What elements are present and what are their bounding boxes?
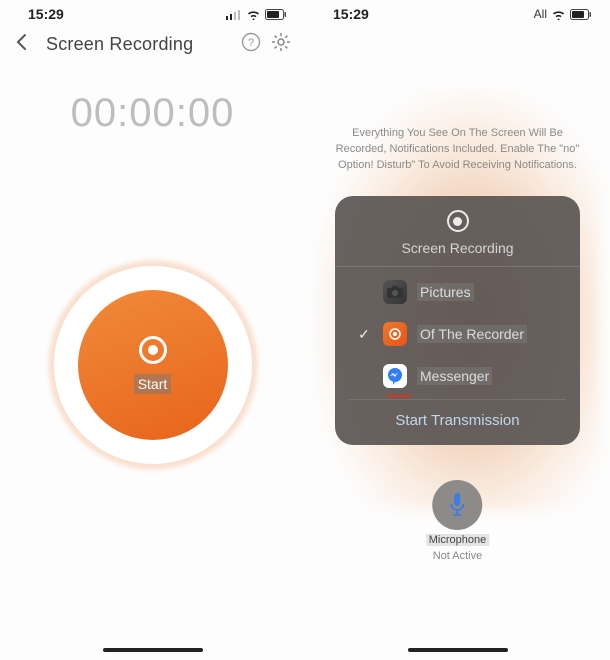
- recorder-icon: [383, 322, 407, 346]
- network-label: All: [534, 7, 547, 21]
- home-indicator[interactable]: [103, 648, 203, 652]
- wifi-icon: [246, 9, 261, 20]
- record-icon: [139, 336, 167, 364]
- app-item-recorder[interactable]: ✓ Of The Recorder: [349, 313, 566, 355]
- microphone-status: Not Active: [433, 550, 483, 562]
- app-item-messenger[interactable]: Messenger: [349, 355, 566, 397]
- app-label: Messenger: [417, 367, 492, 385]
- app-label: Of The Recorder: [417, 325, 527, 343]
- underline-indicator: [387, 395, 411, 397]
- start-label: Start: [134, 374, 172, 394]
- nav-bar: Screen Recording ?: [0, 22, 305, 63]
- status-icons: All: [534, 7, 592, 21]
- status-bar-left: 15:29: [0, 0, 305, 22]
- instruction-text: Everything You See On The Screen Will Be…: [335, 126, 580, 174]
- wifi-icon: [551, 9, 566, 20]
- left-screen: 15:29 Screen Recording ? 00:00:00 Start: [0, 0, 305, 660]
- record-icon: [447, 210, 469, 232]
- app-label: Pictures: [417, 283, 474, 301]
- right-screen: 15:29 All Everything You See On The Scre…: [305, 0, 610, 660]
- start-button[interactable]: Start: [78, 290, 228, 440]
- battery-icon: [265, 9, 287, 20]
- microphone-button[interactable]: [432, 480, 482, 530]
- check-icon: ✓: [355, 326, 373, 343]
- status-icons: [226, 9, 287, 20]
- start-transmission-button[interactable]: Start Transmission: [335, 402, 580, 431]
- svg-text:?: ?: [248, 37, 254, 49]
- panel-title: Screen Recording: [401, 240, 513, 256]
- home-indicator[interactable]: [408, 648, 508, 652]
- battery-icon: [570, 9, 592, 20]
- help-icon[interactable]: ?: [241, 32, 261, 57]
- photos-icon: [383, 280, 407, 304]
- start-area: Start: [48, 260, 258, 470]
- signal-icon: [226, 9, 242, 20]
- timer-display: 00:00:00: [0, 91, 305, 136]
- status-time: 15:29: [28, 6, 64, 22]
- app-list: Pictures ✓ Of The Recorder Messenger: [335, 267, 580, 397]
- divider: [349, 399, 566, 400]
- microphone-icon: [447, 492, 467, 518]
- status-time: 15:29: [333, 6, 369, 22]
- messenger-icon: [383, 364, 407, 388]
- app-item-photos[interactable]: Pictures: [349, 271, 566, 313]
- back-icon[interactable]: [14, 33, 28, 56]
- status-bar-right: 15:29 All: [305, 0, 610, 22]
- gear-icon[interactable]: [271, 32, 291, 57]
- microphone-section: Microphone Not Active: [426, 480, 489, 562]
- microphone-label: Microphone: [426, 534, 489, 546]
- panel-header: Screen Recording: [335, 210, 580, 267]
- page-title: Screen Recording: [38, 34, 231, 55]
- broadcast-panel: Screen Recording Pictures ✓ Of The Recor…: [335, 196, 580, 445]
